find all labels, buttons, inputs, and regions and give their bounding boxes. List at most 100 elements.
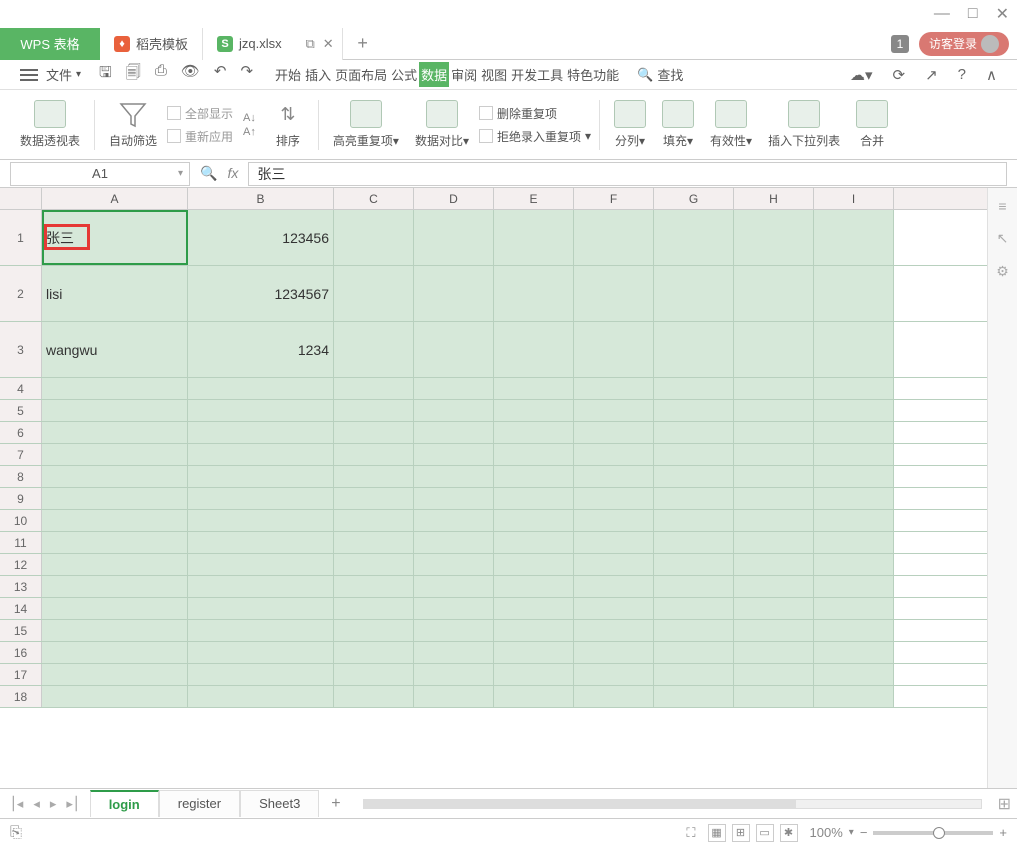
cell-D7[interactable] — [414, 444, 494, 465]
cell-A6[interactable] — [42, 422, 188, 443]
cell-A4[interactable] — [42, 378, 188, 399]
sync-icon[interactable]: ⟳ — [893, 66, 906, 84]
cell-C8[interactable] — [334, 466, 414, 487]
cell-D16[interactable] — [414, 642, 494, 663]
cell-E1[interactable] — [494, 210, 574, 265]
cell-G13[interactable] — [654, 576, 734, 597]
cell-G2[interactable] — [654, 266, 734, 321]
app-tab-templates[interactable]: ♦ 稻壳模板 — [100, 28, 202, 60]
cell-I15[interactable] — [814, 620, 894, 641]
row-header-3[interactable]: 3 — [0, 322, 42, 377]
cell-G18[interactable] — [654, 686, 734, 707]
cell-I7[interactable] — [814, 444, 894, 465]
cell-C14[interactable] — [334, 598, 414, 619]
cell-E12[interactable] — [494, 554, 574, 575]
row-header-8[interactable]: 8 — [0, 466, 42, 487]
cell-I11[interactable] — [814, 532, 894, 553]
cell-C12[interactable] — [334, 554, 414, 575]
cell-B6[interactable] — [188, 422, 334, 443]
cell-G3[interactable] — [654, 322, 734, 377]
cell-C13[interactable] — [334, 576, 414, 597]
tab-features[interactable]: 特色功能 — [565, 62, 621, 87]
cell-I4[interactable] — [814, 378, 894, 399]
cell-A14[interactable] — [42, 598, 188, 619]
cell-D8[interactable] — [414, 466, 494, 487]
cell-G8[interactable] — [654, 466, 734, 487]
sort-button[interactable]: ⇅排序 — [266, 100, 310, 149]
sheet-tab-sheet3[interactable]: Sheet3 — [240, 790, 319, 817]
tab-window-icon[interactable]: ⧉ — [305, 36, 314, 52]
tab-close-icon[interactable]: ✕ — [323, 36, 334, 52]
cell-D3[interactable] — [414, 322, 494, 377]
sheet-nav-first[interactable]: ⎮◂ — [10, 796, 23, 812]
cell-I16[interactable] — [814, 642, 894, 663]
cell-H6[interactable] — [734, 422, 814, 443]
col-header-A[interactable]: A — [42, 188, 188, 209]
chevron-down-icon[interactable]: ▾ — [178, 168, 183, 179]
cell-F6[interactable] — [574, 422, 654, 443]
row-header-15[interactable]: 15 — [0, 620, 42, 641]
cell-H12[interactable] — [734, 554, 814, 575]
cell-H16[interactable] — [734, 642, 814, 663]
cell-B7[interactable] — [188, 444, 334, 465]
cell-A17[interactable] — [42, 664, 188, 685]
view-reading-icon[interactable]: ▭ — [756, 824, 774, 842]
cell-F10[interactable] — [574, 510, 654, 531]
cell-E7[interactable] — [494, 444, 574, 465]
row-header-9[interactable]: 9 — [0, 488, 42, 509]
cell-B2[interactable]: 1234567 — [188, 266, 334, 321]
col-header-B[interactable]: B — [188, 188, 334, 209]
fill-button[interactable]: 填充▾ — [656, 100, 700, 149]
cell-B15[interactable] — [188, 620, 334, 641]
tab-data[interactable]: 数据 — [419, 62, 449, 87]
cell-D15[interactable] — [414, 620, 494, 641]
chevron-down-icon[interactable]: ▾ — [849, 827, 854, 838]
cell-E6[interactable] — [494, 422, 574, 443]
cell-I6[interactable] — [814, 422, 894, 443]
cell-F5[interactable] — [574, 400, 654, 421]
cell-B8[interactable] — [188, 466, 334, 487]
name-box[interactable]: A1▾ — [10, 162, 190, 186]
cell-H14[interactable] — [734, 598, 814, 619]
cell-I9[interactable] — [814, 488, 894, 509]
row-header-17[interactable]: 17 — [0, 664, 42, 685]
cell-H7[interactable] — [734, 444, 814, 465]
cell-B9[interactable] — [188, 488, 334, 509]
cell-E14[interactable] — [494, 598, 574, 619]
validity-button[interactable]: 有效性▾ — [704, 100, 758, 149]
cell-D14[interactable] — [414, 598, 494, 619]
add-sheet-button[interactable]: + — [319, 795, 352, 813]
cell-C10[interactable] — [334, 510, 414, 531]
auto-filter-button[interactable]: 自动筛选 — [103, 100, 163, 149]
cell-E5[interactable] — [494, 400, 574, 421]
window-close[interactable]: ✕ — [996, 4, 1009, 24]
cell-F12[interactable] — [574, 554, 654, 575]
cell-H5[interactable] — [734, 400, 814, 421]
cell-D9[interactable] — [414, 488, 494, 509]
cell-E3[interactable] — [494, 322, 574, 377]
col-header-G[interactable]: G — [654, 188, 734, 209]
cell-F7[interactable] — [574, 444, 654, 465]
cell-A5[interactable] — [42, 400, 188, 421]
cell-A10[interactable] — [42, 510, 188, 531]
row-header-12[interactable]: 12 — [0, 554, 42, 575]
cell-C17[interactable] — [334, 664, 414, 685]
guest-login-button[interactable]: 访客登录 — [919, 32, 1009, 56]
cell-A7[interactable] — [42, 444, 188, 465]
merge-button[interactable]: 合并 — [850, 100, 894, 149]
document-tab[interactable]: S jzq.xlsx ⧉ ✕ — [202, 28, 343, 60]
row-header-1[interactable]: 1 — [0, 210, 42, 265]
cell-G16[interactable] — [654, 642, 734, 663]
cloud-icon[interactable]: ☁▾ — [850, 66, 873, 84]
tab-developer[interactable]: 开发工具 — [509, 62, 565, 87]
cell-I12[interactable] — [814, 554, 894, 575]
cell-H10[interactable] — [734, 510, 814, 531]
tab-formula[interactable]: 公式 — [389, 62, 419, 87]
row-header-4[interactable]: 4 — [0, 378, 42, 399]
cell-D17[interactable] — [414, 664, 494, 685]
row-header-7[interactable]: 7 — [0, 444, 42, 465]
view-normal-icon[interactable]: ▦ — [708, 824, 726, 842]
cell-D12[interactable] — [414, 554, 494, 575]
cell-A8[interactable] — [42, 466, 188, 487]
cell-F1[interactable] — [574, 210, 654, 265]
